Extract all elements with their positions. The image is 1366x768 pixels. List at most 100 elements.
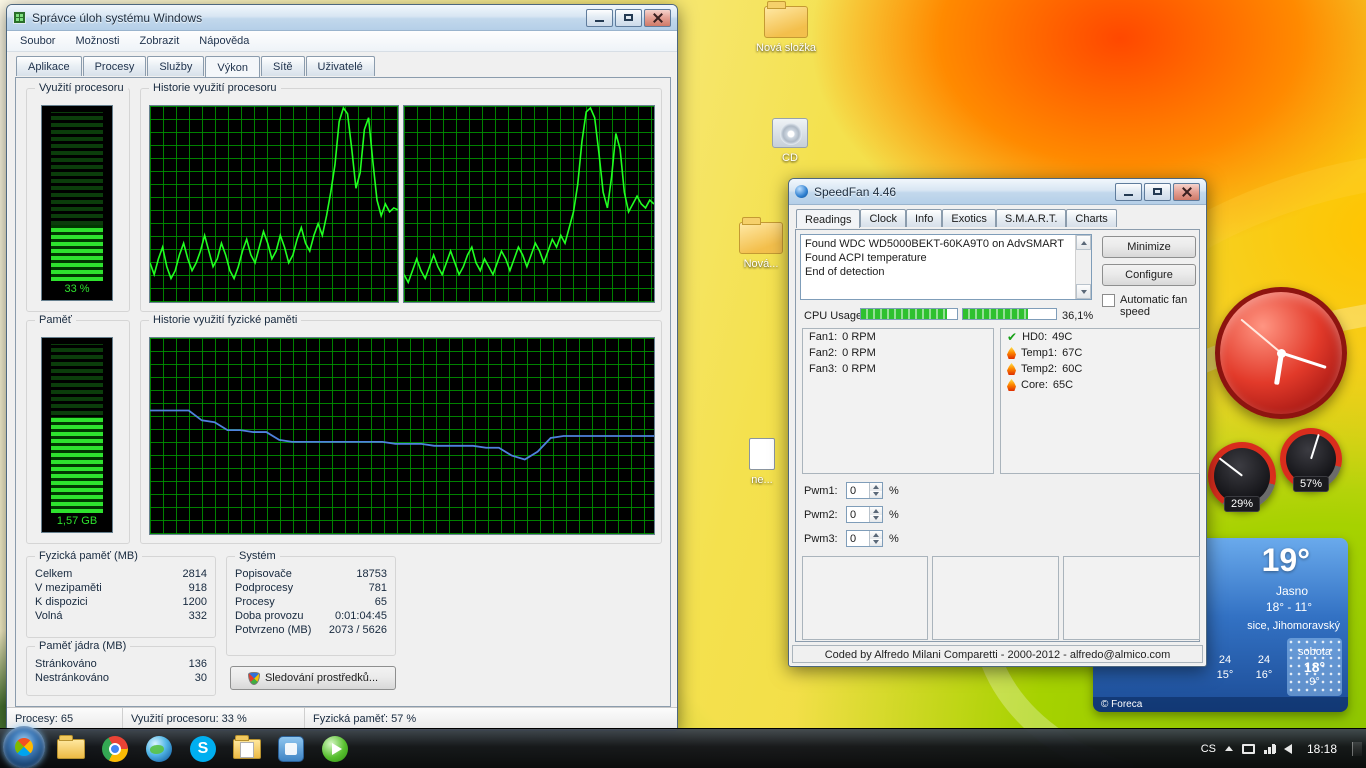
volume-icon[interactable]	[1284, 744, 1292, 754]
system-tray: CS 18:18	[1201, 742, 1366, 756]
tab-site[interactable]: Sítě	[261, 56, 305, 76]
second-hand	[1241, 319, 1282, 354]
resource-monitor-button[interactable]: Sledování prostředků...	[230, 666, 396, 690]
detection-log[interactable]: Found WDC WD5000BEKT-60KA9T0 on AdvSMART…	[800, 234, 1092, 300]
taskbar-clock[interactable]: 18:18	[1301, 742, 1343, 756]
tab-smart[interactable]: S.M.A.R.T.	[996, 209, 1067, 227]
media-icon	[322, 736, 348, 762]
log-line: Found WDC WD5000BEKT-60KA9T0 on AdvSMART	[805, 237, 1073, 251]
check-icon: ✔	[1007, 332, 1017, 343]
group-label: Historie využití procesoru	[149, 82, 281, 94]
pwm2-row: Pwm2: 0 %	[804, 506, 899, 523]
speedfan-titlebar[interactable]: SpeedFan 4.46	[789, 179, 1206, 205]
maximize-button[interactable]	[1144, 183, 1171, 201]
maximize-icon	[624, 14, 633, 21]
temp-row: ✔HD0:49C	[1001, 329, 1199, 345]
hidden-icons-arrow[interactable]	[1225, 746, 1233, 751]
current-temp: 19°	[1262, 542, 1310, 579]
forecast-day[interactable]: 24 16°	[1248, 638, 1280, 696]
display-tray-icon[interactable]	[1242, 744, 1255, 754]
scroll-down-icon[interactable]	[1076, 284, 1091, 299]
tab-sluzby[interactable]: Služby	[147, 56, 204, 76]
taskbar-media[interactable]	[313, 729, 357, 768]
tab-vykon[interactable]: Výkon	[205, 56, 260, 77]
close-button[interactable]	[644, 9, 671, 27]
desktop-icon-nova[interactable]: Nová...	[726, 222, 796, 270]
menu-soubor[interactable]: Soubor	[11, 32, 64, 50]
pwm2-stepper[interactable]: 0	[846, 506, 883, 523]
taskbar-explorer[interactable]	[49, 729, 93, 768]
tab-readings[interactable]: Readings	[796, 209, 860, 228]
folder-icon	[764, 6, 808, 38]
clock-gadget[interactable]	[1215, 287, 1347, 419]
stat-row: Celkem2814	[27, 567, 215, 581]
desktop: Nová složka CD Nová... ne... Správce úlo…	[0, 0, 1366, 768]
ram-meter-gadget[interactable]: 57%	[1280, 428, 1342, 492]
close-icon	[653, 13, 663, 23]
tab-aplikace[interactable]: Aplikace	[16, 56, 82, 76]
forecast-low: 9°	[1309, 676, 1320, 688]
pwm1-stepper[interactable]: 0	[846, 482, 883, 499]
speedfan-window: SpeedFan 4.46 Readings Clock Info Exotic…	[788, 178, 1207, 667]
maximize-button[interactable]	[615, 9, 642, 27]
menu-moznosti[interactable]: Možnosti	[66, 32, 128, 50]
pwm-unit: %	[889, 485, 899, 497]
stat-row: K dispozici1200	[27, 595, 215, 609]
forecast-day[interactable]: 24 15°	[1209, 638, 1241, 696]
log-line: End of detection	[805, 265, 1073, 279]
desktop-icon-cd[interactable]: CD	[752, 118, 828, 164]
tab-uzivatele[interactable]: Uživatelé	[306, 56, 375, 76]
temp-range: 18° - 11°	[1266, 600, 1312, 614]
taskbar-skype[interactable]: S	[181, 729, 225, 768]
forecast-date: 24	[1258, 654, 1270, 666]
desktop-icon-nova-slozka[interactable]: Nová složka	[748, 6, 824, 54]
taskman-titlebar[interactable]: Správce úloh systému Windows	[7, 5, 677, 31]
pwm3-stepper[interactable]: 0	[846, 530, 883, 547]
forecast-strip: 24 15° 24 16° sobota 18° 9°	[1209, 638, 1342, 696]
forecast-tomorrow[interactable]: sobota 18° 9°	[1287, 638, 1342, 696]
taskbar-app[interactable]	[269, 729, 313, 768]
cpu-usage-percent: 36,1%	[1062, 310, 1093, 322]
close-button[interactable]	[1173, 183, 1200, 201]
empty-panel-1	[802, 556, 928, 640]
start-button[interactable]	[3, 726, 45, 768]
desktop-icon-ne[interactable]: ne...	[730, 438, 794, 486]
scroll-up-icon[interactable]	[1076, 235, 1091, 250]
auto-fan-checkbox[interactable]	[1102, 294, 1115, 307]
minimize-button[interactable]	[586, 9, 613, 27]
tab-charts[interactable]: Charts	[1066, 209, 1116, 227]
menu-napoveda[interactable]: Nápověda	[190, 32, 258, 50]
minimize-app-button[interactable]: Minimize	[1102, 236, 1196, 258]
taskbar: S CS 18:18	[0, 728, 1366, 768]
tab-exotics[interactable]: Exotics	[942, 209, 995, 227]
tab-procesy[interactable]: Procesy	[83, 56, 147, 76]
tab-info[interactable]: Info	[906, 209, 942, 227]
taskbar-browser[interactable]	[137, 729, 181, 768]
show-desktop-button[interactable]	[1352, 742, 1362, 756]
cpu-usage-bar-2	[962, 308, 1057, 320]
taskbar-documents[interactable]	[225, 729, 269, 768]
pwm-label: Pwm2:	[804, 509, 840, 521]
gauge-value: 57%	[1293, 476, 1329, 492]
stat-row: Volná332	[27, 609, 215, 623]
tab-clock[interactable]: Clock	[860, 209, 906, 227]
close-icon	[1182, 187, 1192, 197]
icon-label: CD	[782, 152, 798, 164]
fan-row: Fan3:0 RPM	[803, 361, 993, 377]
group-label: Systém	[235, 550, 280, 562]
speedfan-tabs: Readings Clock Info Exotics S.M.A.R.T. C…	[789, 205, 1206, 227]
resource-monitor-label: Sledování prostředků...	[265, 672, 378, 684]
group-label: Fyzická paměť (MB)	[35, 550, 142, 562]
gauge-value: 29%	[1224, 496, 1260, 512]
language-indicator[interactable]: CS	[1201, 743, 1216, 755]
minimize-button[interactable]	[1115, 183, 1142, 201]
cpu-usage-label: CPU Usage	[804, 310, 862, 322]
menu-zobrazit[interactable]: Zobrazit	[131, 32, 189, 50]
log-scrollbar[interactable]	[1075, 235, 1091, 299]
file-icon	[749, 438, 775, 470]
configure-button[interactable]: Configure	[1102, 264, 1196, 286]
stat-row: V mezipaměti918	[27, 581, 215, 595]
speedfan-title: SpeedFan 4.46	[814, 185, 1109, 199]
cpu-meter-gadget[interactable]: 29%	[1208, 442, 1276, 512]
taskbar-chrome[interactable]	[93, 729, 137, 768]
